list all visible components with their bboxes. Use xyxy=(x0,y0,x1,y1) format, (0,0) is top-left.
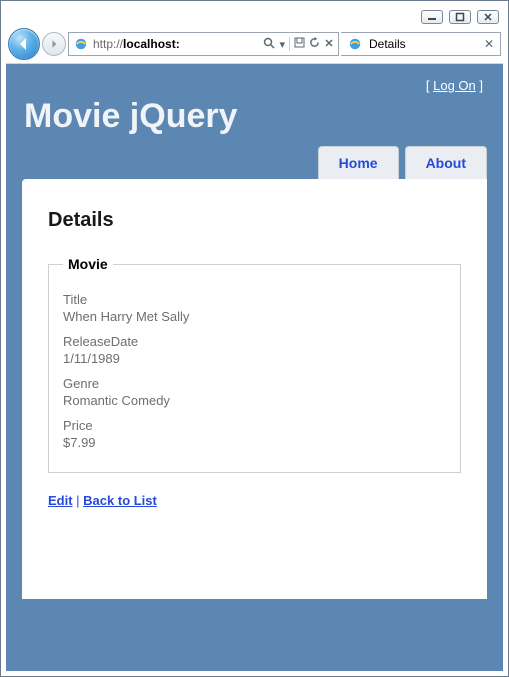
address-text: http://localhost: xyxy=(89,37,259,51)
forward-button[interactable] xyxy=(42,32,66,56)
separator: | xyxy=(73,493,84,508)
address-controls: ▾ xyxy=(259,37,338,52)
tab-title: Details xyxy=(369,37,406,51)
movie-fieldset: Movie Title When Harry Met Sally Release… xyxy=(48,256,461,473)
main-nav: Home About xyxy=(6,146,503,179)
value-title: When Harry Met Sally xyxy=(63,309,446,324)
back-to-list-link[interactable]: Back to List xyxy=(83,493,157,508)
bracket: ] xyxy=(476,78,483,93)
maximize-button[interactable] xyxy=(449,10,471,24)
main-content: Details Movie Title When Harry Met Sally… xyxy=(22,179,487,599)
url-host: localhost: xyxy=(123,37,180,51)
close-window-button[interactable] xyxy=(477,10,499,24)
viewport: [ Log On ] Movie jQuery Home About Detai… xyxy=(6,63,503,671)
search-icon[interactable] xyxy=(263,37,275,52)
nav-about[interactable]: About xyxy=(405,146,487,179)
page-heading: Details xyxy=(48,209,461,232)
browser-nav-bar: http://localhost: ▾ Details ✕ xyxy=(6,28,503,60)
nav-home[interactable]: Home xyxy=(318,146,399,179)
page-body: [ Log On ] Movie jQuery Home About Detai… xyxy=(6,64,503,671)
dropdown-icon[interactable]: ▾ xyxy=(279,38,285,51)
value-genre: Romantic Comedy xyxy=(63,393,446,408)
fieldset-legend: Movie xyxy=(63,256,113,272)
login-display: [ Log On ] xyxy=(6,72,503,93)
browser-tab[interactable]: Details ✕ xyxy=(341,32,501,56)
label-title: Title xyxy=(63,292,446,307)
site-title: Movie jQuery xyxy=(24,97,503,136)
url-protocol: http:// xyxy=(93,37,123,51)
browser-window: http://localhost: ▾ Details ✕ [ Log On ] xyxy=(0,0,509,677)
minimize-button[interactable] xyxy=(421,10,443,24)
label-genre: Genre xyxy=(63,376,446,391)
value-releasedate: 1/11/1989 xyxy=(63,351,446,366)
back-button[interactable] xyxy=(8,28,40,60)
ie-icon xyxy=(73,36,89,52)
value-price: $7.99 xyxy=(63,435,446,450)
separator xyxy=(289,37,290,51)
edit-link[interactable]: Edit xyxy=(48,493,73,508)
refresh-icon[interactable] xyxy=(309,37,320,51)
ie-icon xyxy=(347,36,363,52)
label-releasedate: ReleaseDate xyxy=(63,334,446,349)
label-price: Price xyxy=(63,418,446,433)
address-bar[interactable]: http://localhost: ▾ xyxy=(68,32,339,56)
window-chrome xyxy=(6,6,503,26)
stop-icon[interactable] xyxy=(324,38,334,51)
close-tab-icon[interactable]: ✕ xyxy=(484,37,494,51)
compat-icon[interactable] xyxy=(294,37,305,51)
action-links: Edit | Back to List xyxy=(48,493,461,508)
log-on-link[interactable]: Log On xyxy=(433,78,476,93)
